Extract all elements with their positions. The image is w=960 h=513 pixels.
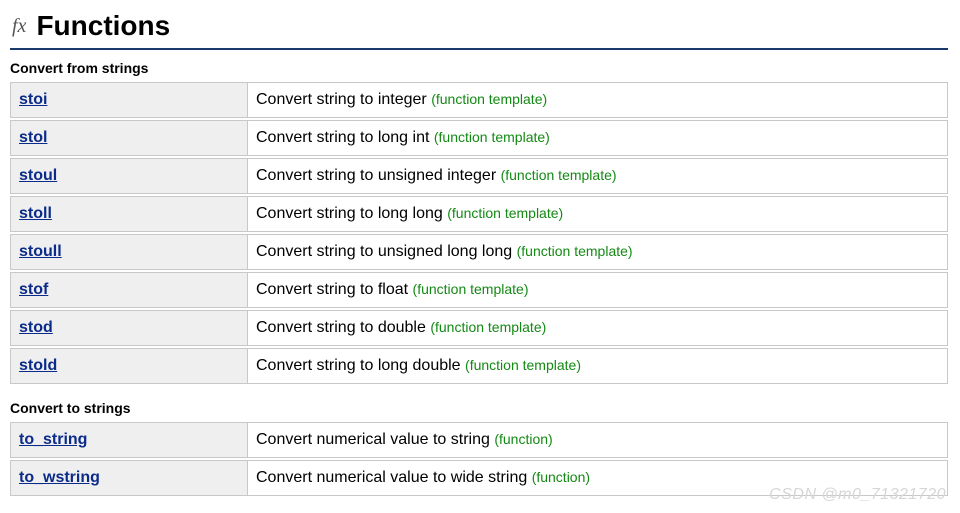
func-desc: Convert string to float <box>256 281 408 298</box>
func-desc: Convert string to long double <box>256 357 461 374</box>
table-row: stod Convert string to double (function … <box>10 310 948 346</box>
functions-table-to-strings: to_string Convert numerical value to str… <box>10 420 948 498</box>
func-desc: Convert string to long long <box>256 205 443 222</box>
func-link-stoll[interactable]: stoll <box>19 205 52 222</box>
func-link-stoi[interactable]: stoi <box>19 91 47 108</box>
func-desc: Convert string to double <box>256 319 426 336</box>
func-link-to-string[interactable]: to_string <box>19 431 87 448</box>
table-row: to_string Convert numerical value to str… <box>10 422 948 458</box>
func-tag: (function) <box>494 431 552 447</box>
page-title: Functions <box>36 10 170 42</box>
func-link-stof[interactable]: stof <box>19 281 48 298</box>
func-link-stod[interactable]: stod <box>19 319 53 336</box>
table-row: stof Convert string to float (function t… <box>10 272 948 308</box>
func-desc: Convert numerical value to wide string <box>256 469 527 486</box>
func-desc: Convert string to unsigned long long <box>256 243 512 260</box>
fx-icon: fx <box>12 16 26 36</box>
table-row: stoll Convert string to long long (funct… <box>10 196 948 232</box>
func-desc: Convert string to long int <box>256 129 429 146</box>
func-link-stoul[interactable]: stoul <box>19 167 57 184</box>
page-header: fx Functions <box>10 10 948 50</box>
table-row: to_wstring Convert numerical value to wi… <box>10 460 948 496</box>
func-link-stoull[interactable]: stoull <box>19 243 62 260</box>
section-title: Convert from strings <box>10 60 948 76</box>
func-tag: (function template) <box>431 91 547 107</box>
func-desc: Convert string to integer <box>256 91 427 108</box>
table-row: stoi Convert string to integer (function… <box>10 82 948 118</box>
func-desc: Convert numerical value to string <box>256 431 490 448</box>
table-row: stold Convert string to long double (fun… <box>10 348 948 384</box>
table-row: stoul Convert string to unsigned integer… <box>10 158 948 194</box>
section-convert-to-strings: Convert to strings to_string Convert num… <box>10 400 948 498</box>
func-tag: (function template) <box>517 243 633 259</box>
func-tag: (function template) <box>430 319 546 335</box>
table-row: stoull Convert string to unsigned long l… <box>10 234 948 270</box>
func-tag: (function template) <box>434 129 550 145</box>
func-link-stol[interactable]: stol <box>19 129 47 146</box>
section-title: Convert to strings <box>10 400 948 416</box>
func-link-to-wstring[interactable]: to_wstring <box>19 469 100 486</box>
func-tag: (function template) <box>413 281 529 297</box>
func-link-stold[interactable]: stold <box>19 357 57 374</box>
func-tag: (function) <box>532 469 590 485</box>
func-tag: (function template) <box>465 357 581 373</box>
func-desc: Convert string to unsigned integer <box>256 167 496 184</box>
func-tag: (function template) <box>501 167 617 183</box>
func-tag: (function template) <box>447 205 563 221</box>
functions-table-from-strings: stoi Convert string to integer (function… <box>10 80 948 386</box>
section-convert-from-strings: Convert from strings stoi Convert string… <box>10 60 948 386</box>
table-row: stol Convert string to long int (functio… <box>10 120 948 156</box>
